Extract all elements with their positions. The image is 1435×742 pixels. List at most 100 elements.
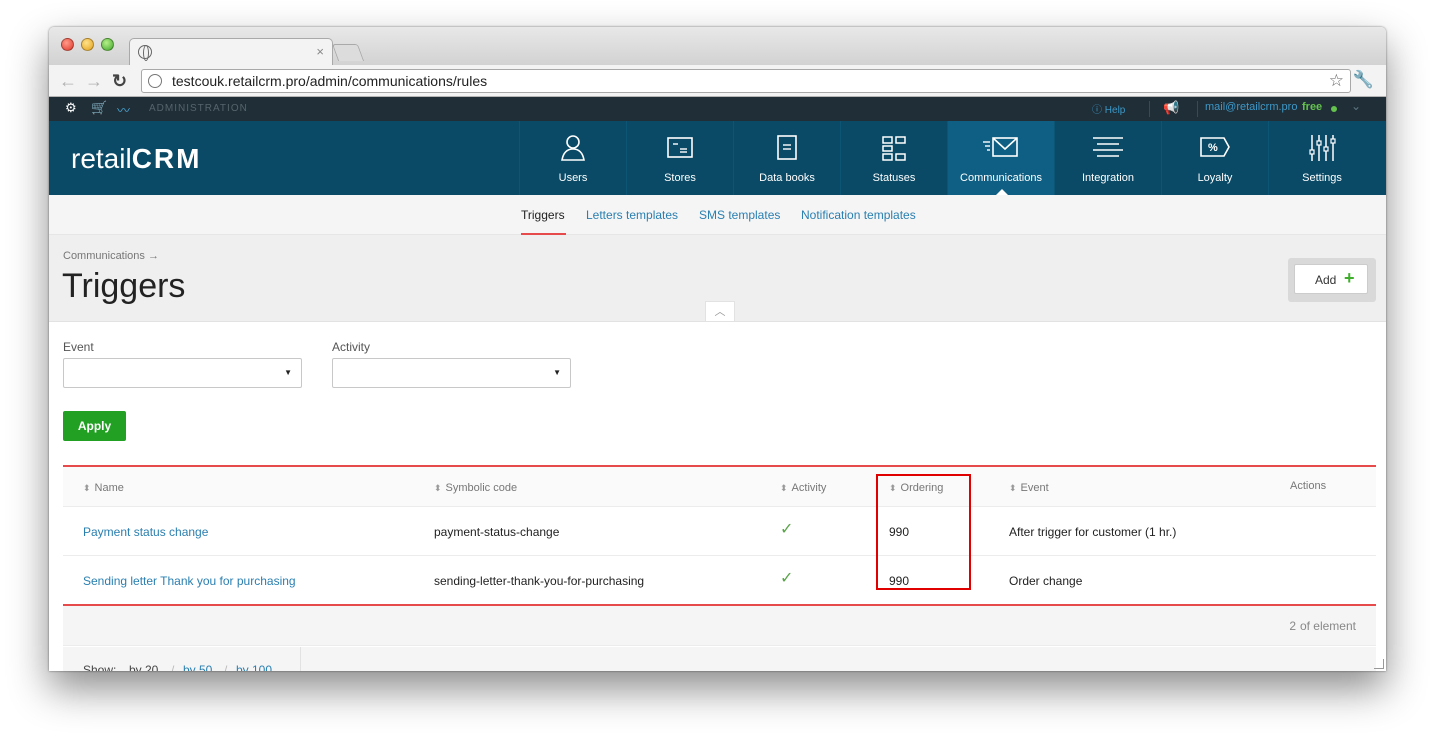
chevron-up-icon[interactable]: ︿ — [705, 301, 735, 321]
nav-item-stores[interactable]: Stores — [626, 121, 733, 195]
admin-strip: ⚙ 🛒 〰 ADMINISTRATION ⓘ Help 📢 mail@retai… — [49, 97, 1386, 121]
event-filter-label: Event — [63, 340, 94, 354]
administration-label: ADMINISTRATION — [149, 103, 248, 114]
column-header-activity[interactable]: ⬍ Activity — [780, 482, 826, 494]
symbolic-code: sending-letter-thank-you-for-purchasing — [434, 574, 645, 588]
activity-select[interactable]: ▼ — [332, 358, 571, 388]
add-button-wrapper: Add + — [1288, 258, 1376, 302]
nav-label: Users — [558, 172, 588, 184]
column-header-label: Name — [94, 482, 124, 494]
gear-icon[interactable]: ⚙ — [65, 100, 77, 116]
separator: / — [224, 663, 228, 671]
trigger-name-link[interactable]: Payment status change — [83, 525, 208, 539]
sort-icon: ⬍ — [83, 483, 91, 493]
sort-icon: ⬍ — [780, 483, 788, 493]
svg-text:%: % — [1208, 142, 1218, 154]
table-footer: 2 of element — [63, 606, 1376, 646]
reload-icon[interactable]: ↻ — [112, 71, 127, 92]
dropdown-arrow-icon: ▼ — [284, 368, 292, 377]
bookmark-star-icon[interactable]: ☆ — [1329, 71, 1344, 91]
globe-icon — [138, 45, 152, 61]
element-count: 2 — [1289, 619, 1296, 633]
column-header-name[interactable]: ⬍ Name — [83, 482, 124, 494]
add-button[interactable]: Add + — [1294, 264, 1368, 294]
separator: / — [171, 663, 175, 671]
ordering-highlight-box — [876, 474, 971, 590]
add-button-label: Add — [1315, 273, 1337, 287]
nav-item-settings[interactable]: Settings — [1268, 121, 1375, 195]
minimize-window-button[interactable] — [81, 38, 94, 51]
user-email-link[interactable]: mail@retailcrm.pro — [1205, 101, 1297, 113]
retailcrm-logo[interactable]: retailCRM — [71, 143, 201, 175]
page-info-icon[interactable] — [148, 74, 162, 88]
zoom-window-button[interactable] — [101, 38, 114, 51]
column-header-label: Symbolic code — [445, 482, 518, 494]
column-header-symbolic-code[interactable]: ⬍ Symbolic code — [434, 482, 517, 494]
nav-item-statuses[interactable]: Statuses — [840, 121, 947, 195]
tab-close-icon[interactable]: × — [316, 44, 324, 59]
store-icon — [665, 133, 695, 163]
nav-label: Data books — [759, 172, 815, 184]
table-row[interactable]: Payment status change payment-status-cha… — [63, 507, 1376, 556]
table-row[interactable]: Sending letter Thank you for purchasing … — [63, 556, 1376, 605]
subnav-triggers[interactable]: Triggers — [521, 208, 565, 222]
nav-item-integration[interactable]: Integration — [1054, 121, 1161, 195]
help-link[interactable]: ⓘ Help — [1092, 101, 1125, 116]
sort-icon: ⬍ — [1009, 483, 1017, 493]
page-header: Communications → Triggers Add + ︿ — [49, 235, 1386, 322]
resize-grip-icon[interactable] — [1374, 659, 1384, 669]
subnav-notification-templates[interactable]: Notification templates — [801, 208, 916, 222]
page-size-option[interactable]: by 20 — [129, 663, 158, 671]
show-label: Show: — [83, 663, 117, 671]
chevron-down-icon[interactable]: ⌄ — [1351, 99, 1361, 113]
pagination-bar: Show: by 20 / by 50 / by 100 — [63, 647, 1376, 671]
divider — [1197, 101, 1198, 117]
nav-label: Communications — [960, 172, 1042, 184]
column-header-event[interactable]: ⬍ Event — [1009, 482, 1049, 494]
browser-toolbar: ← → ↻ testcouk.retailcrm.pro/admin/commu… — [49, 65, 1386, 97]
page-size-option[interactable]: by 50 — [183, 663, 212, 671]
logo-text: retail — [71, 143, 132, 174]
checkmark-icon: ✓ — [780, 570, 794, 587]
plus-icon: + — [1344, 268, 1355, 288]
user-icon — [558, 133, 588, 163]
communications-icon — [983, 133, 1018, 163]
close-window-button[interactable] — [61, 38, 74, 51]
nav-item-loyalty[interactable]: % Loyalty — [1161, 121, 1268, 195]
subnav-sms-templates[interactable]: SMS templates — [699, 208, 780, 222]
forward-arrow-icon[interactable]: → — [85, 71, 103, 92]
column-header-actions: Actions — [1290, 480, 1327, 492]
nav-item-users[interactable]: Users — [519, 121, 626, 195]
back-arrow-icon[interactable]: ← — [59, 71, 77, 92]
divider — [300, 647, 301, 671]
page-title: Triggers — [62, 267, 186, 305]
chart-icon[interactable]: 〰 — [117, 100, 130, 119]
cart-icon[interactable]: 🛒 — [91, 100, 107, 116]
table-header: ⬍ Name ⬍ Symbolic code ⬍ Activity ⬍ Ordering… — [63, 467, 1376, 507]
trigger-name-link[interactable]: Sending letter Thank you for purchasing — [83, 574, 296, 588]
browser-tab[interactable]: × — [129, 38, 333, 66]
help-label: Help — [1104, 105, 1126, 116]
megaphone-icon[interactable]: 📢 — [1163, 100, 1179, 116]
address-bar[interactable]: testcouk.retailcrm.pro/admin/communicati… — [141, 69, 1351, 93]
page-size-option[interactable]: by 100 — [236, 663, 272, 671]
settings-icon — [1307, 133, 1337, 163]
new-tab-button[interactable] — [331, 44, 365, 61]
nav-label: Settings — [1302, 172, 1342, 184]
book-icon — [772, 133, 802, 163]
nav-label: Statuses — [872, 172, 916, 184]
sub-navigation: Triggers Letters templates SMS templates… — [49, 195, 1386, 235]
nav-item-communications[interactable]: Communications — [947, 121, 1054, 195]
app-header: retailCRM Users Stores Data books Status… — [49, 121, 1386, 195]
nav-label: Integration — [1082, 172, 1134, 184]
wrench-icon[interactable]: 🔧 — [1353, 70, 1374, 90]
event-value: Order change — [1009, 574, 1083, 588]
url-text[interactable]: testcouk.retailcrm.pro/admin/communicati… — [172, 73, 487, 89]
apply-button[interactable]: Apply — [63, 411, 126, 441]
subnav-letters-templates[interactable]: Letters templates — [586, 208, 678, 222]
breadcrumb[interactable]: Communications → — [63, 250, 159, 262]
browser-window: × ← → ↻ testcouk.retailcrm.pro/admin/com… — [49, 27, 1386, 671]
column-header-label: Activity — [791, 482, 827, 494]
event-select[interactable]: ▼ — [63, 358, 302, 388]
nav-item-data-books[interactable]: Data books — [733, 121, 840, 195]
